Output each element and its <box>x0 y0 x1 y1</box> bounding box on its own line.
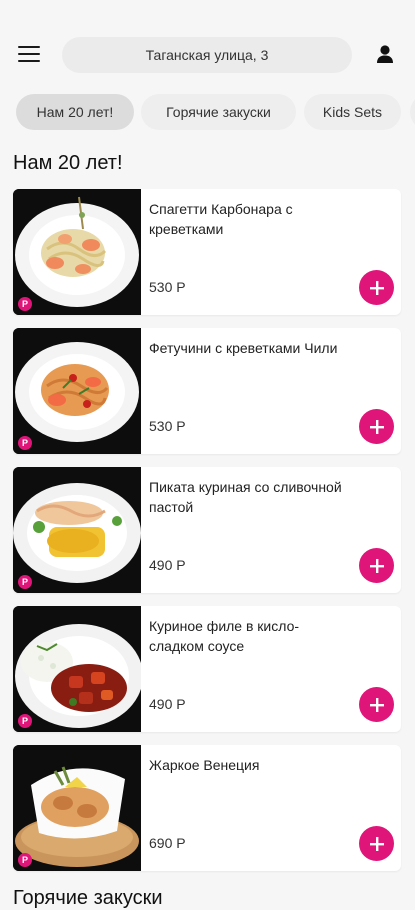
dish-photo: P <box>13 189 141 315</box>
add-to-cart-button[interactable] <box>359 826 394 861</box>
plus-icon <box>369 558 384 573</box>
address-selector[interactable]: Таганская улица, 3 <box>62 37 352 73</box>
tab-label: Горячие закуски <box>166 104 271 120</box>
dish-price: 490 Р <box>149 557 186 573</box>
dish-photo: P <box>13 467 141 593</box>
dish-photo: P <box>13 745 141 871</box>
tab-label: Нам 20 лет! <box>36 104 114 120</box>
brand-badge: P <box>18 714 32 728</box>
brand-badge: P <box>18 853 32 867</box>
dish-name: Спагетти Карбонара с креветками <box>149 201 293 237</box>
app-header: Таганская улица, 3 <box>0 0 415 90</box>
hamburger-menu-icon[interactable] <box>16 42 42 66</box>
dish-name: Фетучини с креветками Чили <box>149 340 338 356</box>
dish-price: 530 Р <box>149 279 186 295</box>
dish-price: 690 Р <box>149 835 186 851</box>
section-title: Горячие закуски <box>13 887 163 909</box>
dish-name: Жаркое Венеция <box>149 757 260 773</box>
add-to-cart-button[interactable] <box>359 687 394 722</box>
brand-badge: P <box>18 436 32 450</box>
dish-name: Пиката куриная со сливочной пастой <box>149 479 342 515</box>
brand-badge: P <box>18 297 32 311</box>
dish-name: Куриное филе в кисло-сладком соусе <box>149 618 300 654</box>
address-label: Таганская улица, 3 <box>145 47 269 63</box>
dish-price: 530 Р <box>149 418 186 434</box>
tab-more[interactable] <box>410 94 415 130</box>
brand-badge: P <box>18 575 32 589</box>
section-title: Нам 20 лет! <box>13 152 123 174</box>
dish-photo: P <box>13 328 141 454</box>
category-tabs: Нам 20 лет! Горячие закуски Kids Sets <box>0 94 415 130</box>
menu-item-card[interactable]: P Фетучини с креветками Чили 530 Р <box>13 328 401 454</box>
user-icon[interactable] <box>372 42 398 68</box>
add-to-cart-button[interactable] <box>359 548 394 583</box>
menu-item-card[interactable]: P Куриное филе в кисло-сладком соусе 490… <box>13 606 401 732</box>
tab-label: Kids Sets <box>322 104 383 120</box>
menu-item-card[interactable]: P Жаркое Венеция 690 Р <box>13 745 401 871</box>
plus-icon <box>369 419 384 434</box>
plus-icon <box>369 697 384 712</box>
add-to-cart-button[interactable] <box>359 409 394 444</box>
menu-item-card[interactable]: P Спагетти Карбонара с креветками 530 Р <box>13 189 401 315</box>
tab-kids-sets[interactable]: Kids Sets <box>304 94 401 130</box>
tab-goryachie-zakuski[interactable]: Горячие закуски <box>141 94 296 130</box>
plus-icon <box>369 836 384 851</box>
dish-photo: P <box>13 606 141 732</box>
plus-icon <box>369 280 384 295</box>
dish-price: 490 Р <box>149 696 186 712</box>
add-to-cart-button[interactable] <box>359 270 394 305</box>
menu-item-card[interactable]: P Пиката куриная со сливочной пастой 490… <box>13 467 401 593</box>
tab-nam-20-let[interactable]: Нам 20 лет! <box>16 94 134 130</box>
